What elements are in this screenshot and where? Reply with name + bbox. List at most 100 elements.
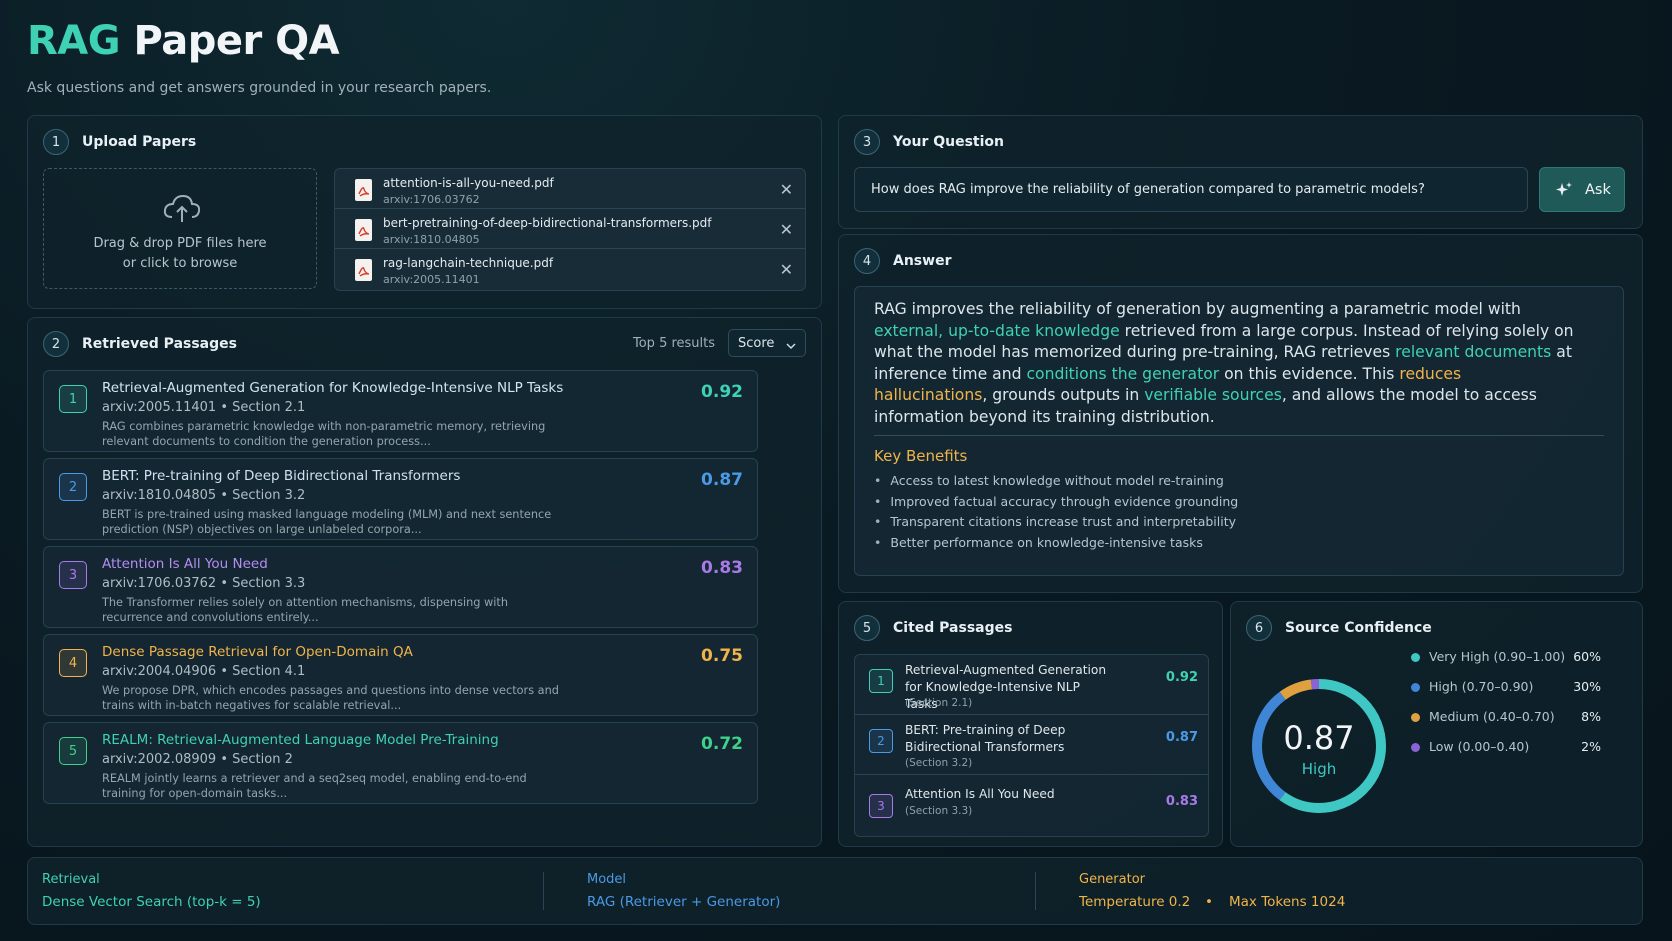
retrieval-value: Dense Vector Search (top-k = 5) [42,894,261,910]
legend-color-dot [1411,653,1420,662]
citation-badge: 1 [869,669,893,693]
model-value: RAG (Retriever + Generator) [587,894,781,910]
upload-panel: 1 Upload Papers Drag & drop PDF files he… [27,115,822,309]
passage-snippet: We propose DPR, which encodes passages a… [102,684,559,712]
cited-passage-item[interactable]: 2 BERT: Pre-training of Deep Bidirectiona… [855,715,1208,775]
legend-percent: 30% [1573,679,1601,694]
pdf-icon [355,259,372,281]
legend-item: Low (0.00–0.40) 2% [1411,739,1601,757]
confidence-panel: 6 Source Confidence 0.87 High Very High … [1230,601,1643,847]
file-item: bert-pretraining-of-deep-bidirectional-t… [335,211,805,249]
legend-percent: 8% [1581,709,1601,724]
legend-percent: 60% [1573,649,1601,664]
answer-panel: 4 Answer RAG improves the reliability of… [838,234,1643,593]
legend-color-dot [1411,713,1420,722]
retrieved-passage-card[interactable]: 4 Dense Passage Retrieval for Open-Domain… [43,634,758,716]
question-panel: 3 Your Question How does RAG improve the… [838,115,1643,229]
key-benefits-list: Access to latest knowledge without model… [874,473,1238,555]
highlighted-phrase: relevant documents [1395,343,1552,361]
key-benefits-title: Key Benefits [874,447,968,465]
highlighted-phrase: conditions the generator [1026,364,1220,383]
cited-passage-item[interactable]: 3 Attention Is All You Need (Section 3.3) 0… [855,775,1208,837]
rank-badge: 4 [59,649,87,677]
relevance-score: 0.83 [701,558,743,578]
retrieved-passage-card[interactable]: 2 BERT: Pre-training of Deep Bidirectiona… [43,458,758,540]
benefit-item: Better performance on knowledge-intensiv… [874,535,1238,556]
close-icon[interactable]: ✕ [780,180,793,199]
step-badge: 3 [854,129,880,155]
passage-snippet: REALM jointly learns a retriever and a s… [102,772,527,800]
legend-item: Very High (0.90–1.00) 60% [1411,649,1601,667]
legend-item: Medium (0.40–0.70) 8% [1411,709,1601,727]
panel-title: Retrieved Passages [82,336,237,352]
legend-label: Very High (0.90–1.00) [1429,649,1566,664]
passage-title[interactable]: BERT: Pre-training of Deep Bidirectional… [102,468,460,484]
passage-title[interactable]: Retrieval-Augmented Generation for Knowl… [102,380,563,396]
results-count: Top 5 results [633,336,716,351]
temperature-value: Temperature 0.2 [1079,894,1191,910]
legend-label: High (0.70–0.90) [1429,679,1534,694]
citation-badge: 3 [869,794,893,818]
highlighted-phrase: verifiable sources [1144,386,1282,404]
retrieved-passage-card[interactable]: 3 Attention Is All You Need arxiv:1706.037… [43,546,758,628]
panel-title: Cited Passages [893,620,1013,636]
citation-score: 0.92 [1165,670,1198,685]
answer-segment: , grounds outputs in [982,386,1145,404]
title-main: Paper QA [133,18,340,64]
file-id: arxiv:1706.03762 [383,193,480,206]
step-badge: 6 [1246,615,1272,641]
rank-badge: 1 [59,385,87,413]
sparkle-icon [1555,181,1573,203]
footer-separator: • [1205,894,1213,910]
dropzone[interactable]: Drag & drop PDF files here or click to b… [43,168,317,289]
divider [543,872,544,910]
rank-badge: 3 [59,561,87,589]
step-badge: 4 [854,248,880,274]
retrieved-passage-card[interactable]: 5 REALM: Retrieval-Augmented Language Mod… [43,722,758,804]
highlighted-phrase: external, up-to-date knowledge [874,321,1120,340]
question-input-value: How does RAG improve the reliability of … [871,182,1425,197]
sort-select[interactable]: Score [728,329,806,357]
title-accent: RAG [27,18,121,64]
panel-title: Upload Papers [82,134,197,150]
relevance-score: 0.92 [701,382,743,402]
citation-score: 0.83 [1165,794,1198,809]
passage-title[interactable]: REALM: Retrieval-Augmented Language Mode… [102,732,499,748]
citation-section: (Section 2.1) [905,697,973,709]
confidence-level: High [1301,760,1337,778]
page-title: RAG Paper QA [27,18,340,64]
retrieved-passage-card[interactable]: 1 Retrieval-Augmented Generation for Know… [43,370,758,452]
passage-snippet: BERT is pre-trained using masked languag… [102,508,552,536]
panel-title: Your Question [893,134,1004,150]
citation-title: BERT: Pre-training of Deep Bidirectional… [905,723,1066,754]
passage-meta: arxiv:2002.08909 • Section 2 [102,752,293,767]
relevance-score: 0.75 [701,646,743,666]
ask-button[interactable]: Ask [1539,167,1625,212]
legend-color-dot [1411,743,1420,752]
answer-text: RAG improves the reliability of generati… [874,299,1574,428]
legend-label: Medium (0.40–0.70) [1429,709,1555,724]
passage-meta: arxiv:1706.03762 • Section 3.3 [102,576,306,591]
relevance-score: 0.87 [701,470,743,490]
question-input[interactable]: How does RAG improve the reliability of … [854,167,1528,212]
legend-label: Low (0.00–0.40) [1429,739,1530,754]
cloud-upload-icon [162,193,202,229]
legend-color-dot [1411,683,1420,692]
citation-score: 0.87 [1165,730,1198,745]
answer-box: RAG improves the reliability of generati… [854,286,1624,576]
cited-passage-item[interactable]: 1 Retrieval-Augmented Generation for Know… [855,655,1208,715]
file-item: attention-is-all-you-need.pdf arxiv:1706.… [335,171,805,209]
close-icon[interactable]: ✕ [780,260,793,279]
file-list: attention-is-all-you-need.pdf arxiv:1706.… [334,168,806,291]
footer-bar: Retrieval Dense Vector Search (top-k = 5… [27,857,1643,925]
passage-meta: arxiv:2005.11401 • Section 2.1 [102,400,306,415]
passage-title[interactable]: Dense Passage Retrieval for Open-Domain … [102,644,413,660]
passage-title[interactable]: Attention Is All You Need [102,556,268,572]
legend-percent: 2% [1581,739,1601,754]
rank-badge: 5 [59,737,87,765]
retrieval-label: Retrieval [42,872,100,887]
pdf-icon [355,179,372,201]
close-icon[interactable]: ✕ [780,220,793,239]
dropzone-subtext: or click to browse [122,256,238,271]
benefit-item: Improved factual accuracy through eviden… [874,494,1238,515]
